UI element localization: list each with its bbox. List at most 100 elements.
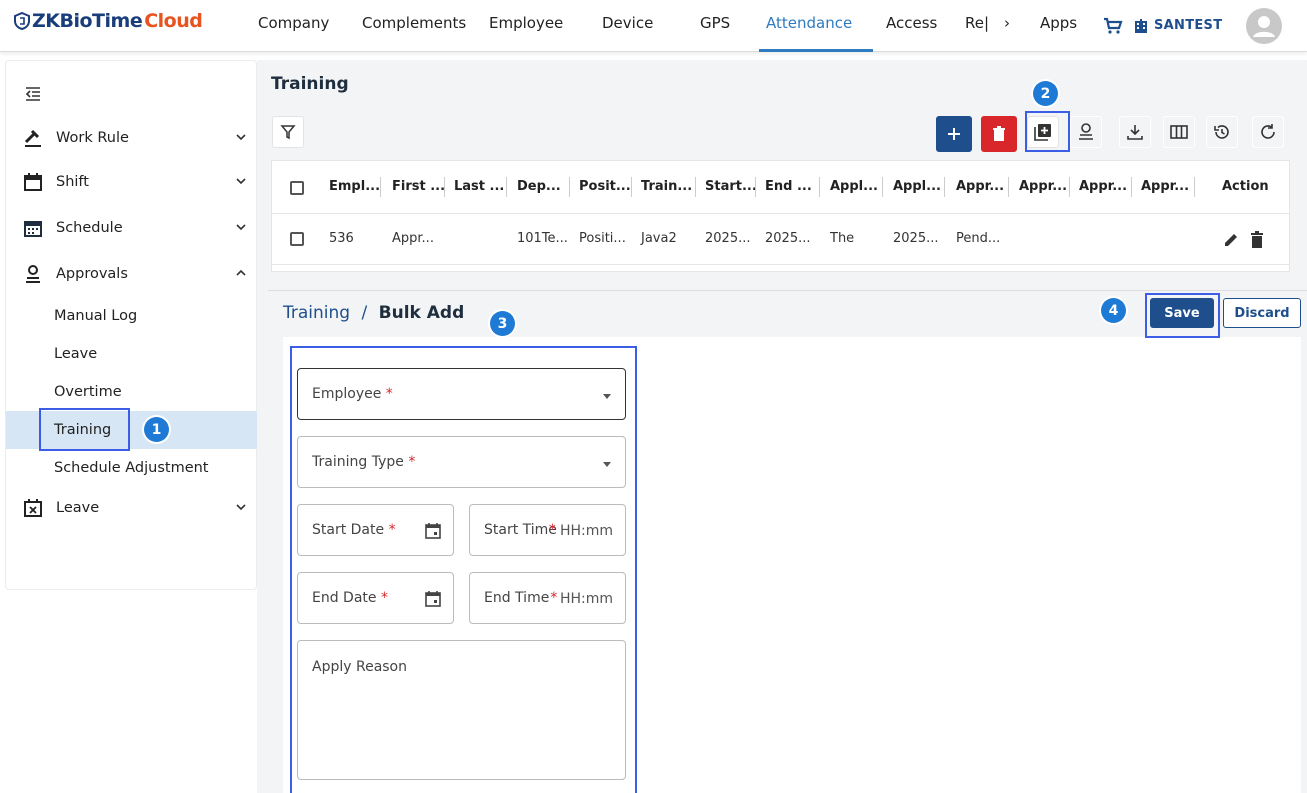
select-all-checkbox[interactable] [290,181,304,195]
approver-button[interactable] [1070,116,1102,148]
table-cell: 2025... [765,231,811,246]
column-header[interactable]: Last ... [454,179,504,194]
trash-icon[interactable] [1250,231,1264,249]
plus-icon [948,128,960,140]
table-cell: 2025... [705,231,751,246]
column-separator [1131,177,1132,197]
column-separator [1069,177,1070,197]
top-navbar: ZKBioTime Cloud Company Complements Emplo… [0,0,1307,52]
highlight-training [39,408,130,451]
nav-attendance[interactable]: Attendance [766,14,852,32]
column-header: Action [1222,179,1269,194]
column-header[interactable]: Empl... [329,179,380,194]
sidebar-item-label: Shift [56,174,89,190]
breadcrumb: Training / Bulk Add [283,303,464,323]
user-stamp-icon [22,263,44,285]
trash-icon [993,126,1005,141]
sidebar-sub-schedule-adjustment[interactable]: Schedule Adjustment [6,449,258,487]
cart-icon[interactable] [1103,17,1123,35]
column-header[interactable]: First ... [392,179,445,194]
column-separator [882,177,883,197]
download-icon [1127,125,1143,140]
delete-button[interactable] [981,116,1017,152]
table-cell: Java2 [641,231,677,246]
nav-company[interactable]: Company [258,14,329,32]
table-cell: Pend... [956,231,1001,246]
column-separator [444,177,445,197]
filter-icon [280,125,296,140]
column-header[interactable]: Train... [641,179,692,194]
breadcrumb-current: Bulk Add [378,303,465,323]
column-header[interactable]: Appl... [830,179,878,194]
page-title: Training [271,74,349,94]
sidebar-sub-manual-log[interactable]: Manual Log [6,297,258,335]
column-separator [631,177,632,197]
column-header[interactable]: Dep... [517,179,561,194]
column-header[interactable]: Start... [705,179,757,194]
row-divider [272,264,1289,265]
user-icon [1253,16,1275,37]
column-separator [380,177,381,197]
company-name[interactable]: SANTEST [1154,18,1222,33]
nav-gps[interactable]: GPS [700,14,730,32]
sidebar-item-label: Schedule Adjustment [54,460,209,476]
nav-employee[interactable]: Employee [489,14,563,32]
highlight-bulk-add [1025,111,1070,152]
nav-reports[interactable]: Re| [965,14,989,32]
edit-icon[interactable] [1222,231,1240,249]
column-header[interactable]: Appr... [1141,179,1189,194]
sidebar-item-schedule[interactable]: Schedule [6,209,258,247]
calendar-grid-icon [22,217,44,239]
column-header[interactable]: Posit... [579,179,631,194]
filter-button[interactable] [272,116,304,148]
row-divider [272,213,1289,214]
discard-button[interactable]: Discard [1223,298,1301,328]
sidebar-item-label: Leave [56,500,100,516]
building-icon [1135,19,1147,33]
highlight-form [290,346,637,793]
chevron-down-icon [236,178,246,185]
sidebar-sub-overtime[interactable]: Overtime [6,373,258,411]
nav-access[interactable]: Access [886,14,937,32]
column-header[interactable]: End ... [765,179,812,194]
column-header[interactable]: Appr... [1079,179,1127,194]
columns-icon [1170,125,1188,139]
collapse-menu-icon[interactable] [24,86,42,102]
nav-device[interactable]: Device [602,14,653,32]
nav-more-chevron[interactable]: › [1004,14,1010,32]
table-cell: 2025... [893,231,939,246]
row-checkbox[interactable] [290,232,304,246]
history-button[interactable] [1206,116,1238,148]
sidebar-item-label: Overtime [54,384,122,400]
table-cell: The [830,231,855,246]
nav-apps[interactable]: Apps [1040,14,1077,32]
avatar[interactable] [1246,8,1282,44]
column-separator [1008,177,1009,197]
refresh-button[interactable] [1252,116,1284,148]
sidebar-item-label: Manual Log [54,308,138,324]
column-header[interactable]: Appr... [956,179,1004,194]
sidebar: Work Rule Shift Schedule Approvals Manua… [5,60,258,590]
sidebar-item-leave[interactable]: Leave [6,489,258,527]
add-button[interactable] [936,116,972,152]
chevron-down-icon [236,134,246,141]
step-badge-3: 3 [490,311,515,336]
chevron-down-icon [236,224,246,231]
column-header[interactable]: Appr... [1019,179,1067,194]
sidebar-item-approvals[interactable]: Approvals [6,255,258,293]
chevron-up-icon [236,269,246,276]
row-checkbox[interactable] [290,271,304,272]
column-separator [944,177,945,197]
column-header[interactable]: Appl... [893,179,941,194]
breadcrumb-parent[interactable]: Training [283,303,350,323]
gavel-icon [22,127,44,149]
download-button[interactable] [1119,116,1151,148]
sidebar-sub-leave[interactable]: Leave [6,335,258,373]
sidebar-item-work-rule[interactable]: Work Rule [6,119,258,157]
columns-button[interactable] [1163,116,1195,148]
table-cell: 536 [329,231,354,246]
sidebar-item-shift[interactable]: Shift [6,163,258,201]
table-cell: Appr... [392,231,434,246]
logo[interactable]: ZKBioTime Cloud [14,10,203,32]
nav-complements[interactable]: Complements [362,14,466,32]
